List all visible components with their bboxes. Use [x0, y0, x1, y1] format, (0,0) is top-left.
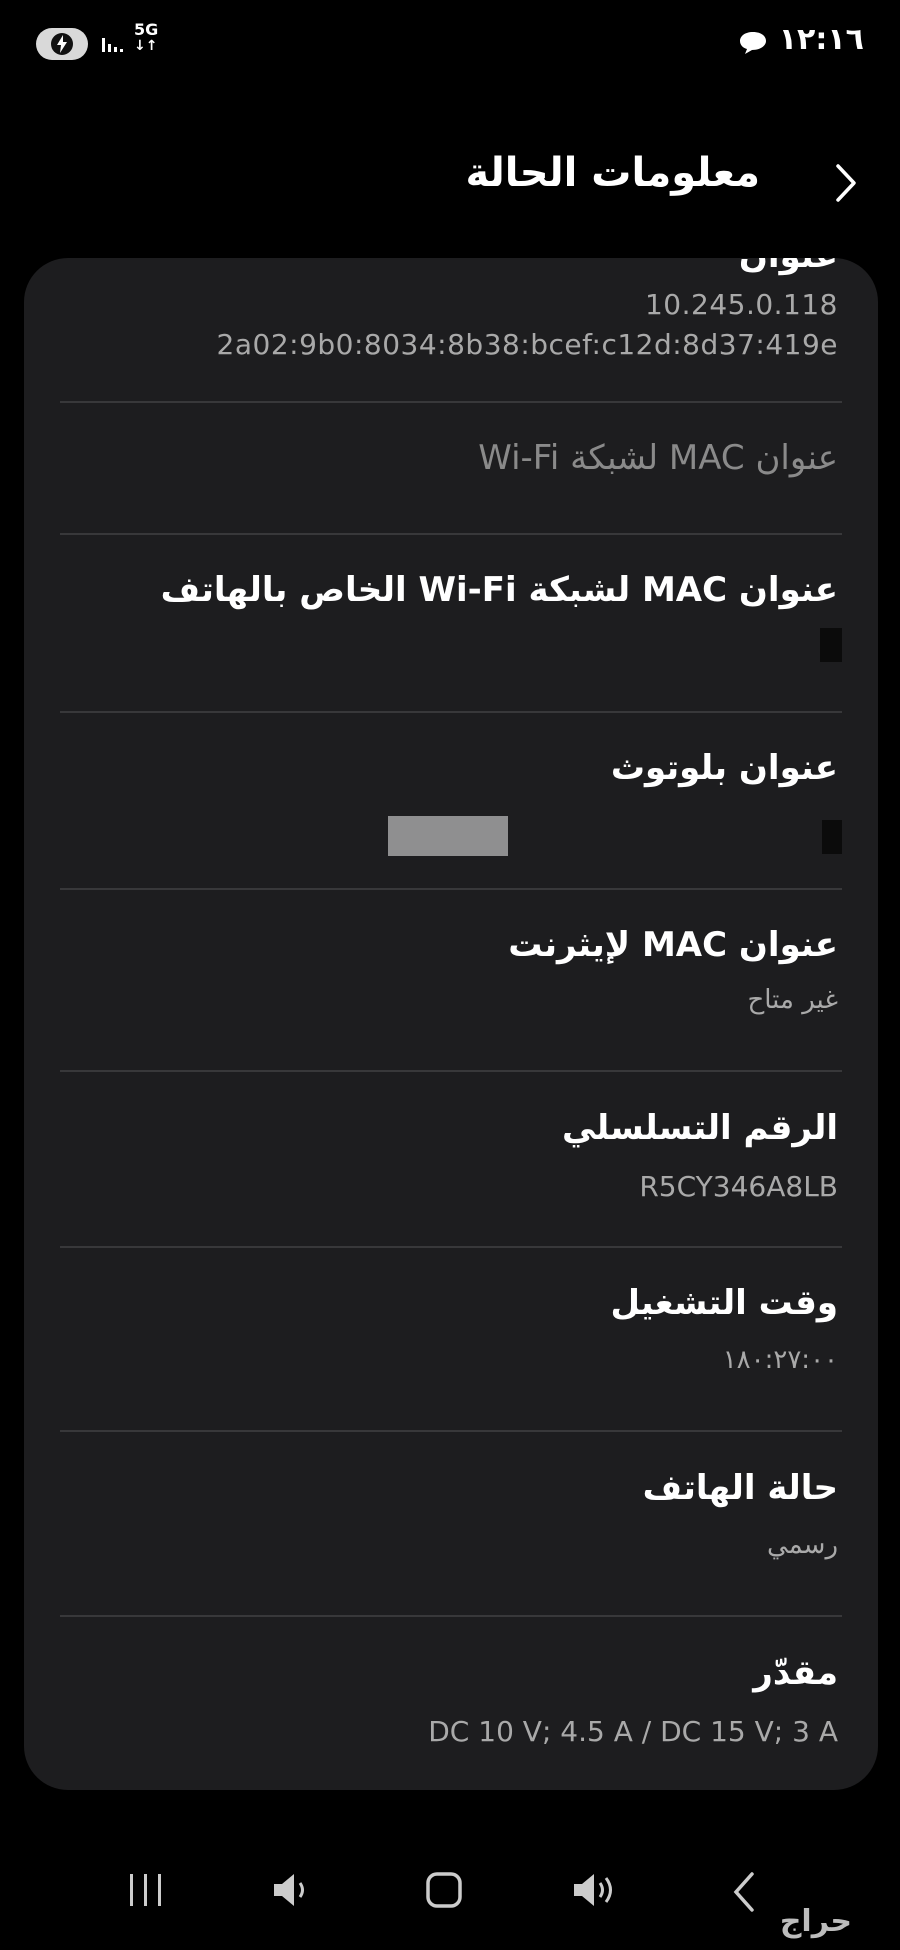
- status-time: ١٢:١٦: [778, 22, 864, 57]
- list-item-up-time[interactable]: وقت التشغيل ١٨٠:٢٧:٠٠: [24, 1283, 878, 1413]
- charging-battery-icon: [36, 28, 88, 60]
- ipv6-value: 2a02:9b0:8034:8b38:bcef:c12d:8d37:419e: [216, 328, 838, 361]
- volume-up-icon: [574, 1874, 612, 1906]
- recent-apps-icon: [130, 1874, 161, 1906]
- phone-status-value: رسمي: [766, 1530, 838, 1560]
- divider: [60, 1246, 842, 1248]
- ethernet-mac-label: عنوان MAC لإيثرنت: [508, 925, 838, 965]
- list-item-ethernet-mac[interactable]: عنوان MAC لإيثرنت غير متاح: [24, 925, 878, 1055]
- phone-wifi-mac-label: عنوان MAC لشبكة Wi-Fi الخاص بالهاتف: [160, 570, 838, 610]
- network-indicator: 5G ↓↑: [134, 20, 159, 55]
- redacted-value: [822, 820, 842, 854]
- signal-bars-icon: [100, 28, 128, 60]
- recent-apps-button[interactable]: [126, 1870, 166, 1914]
- ipv4-value: 10.245.0.118: [644, 288, 838, 321]
- header: معلومات الحالة: [0, 140, 900, 220]
- status-card: عنوان 10.245.0.118 2a02:9b0:8034:8b38:bc…: [24, 258, 878, 1790]
- volume-down-icon: [274, 1874, 304, 1906]
- redacted-value: [820, 628, 842, 662]
- serial-number-value: R5CY346A8LB: [639, 1170, 838, 1203]
- list-item-rated[interactable]: مقدّر DC 10 V; 4.5 A / DC 15 V; 3 A: [24, 1653, 878, 1773]
- rated-label: مقدّر: [753, 1653, 838, 1693]
- phone-status-label: حالة الهاتف: [642, 1468, 838, 1508]
- ethernet-mac-value: غير متاح: [747, 985, 838, 1015]
- divider: [60, 1615, 842, 1617]
- status-bar: 5G ↓↑ ١٢:١٦: [0, 0, 900, 90]
- list-item-wifi-mac[interactable]: عنوان MAC لشبكة Wi-Fi: [24, 438, 878, 538]
- divider: [60, 1070, 842, 1072]
- up-time-label: وقت التشغيل: [610, 1283, 838, 1323]
- list-item-phone-status[interactable]: حالة الهاتف رسمي: [24, 1468, 878, 1598]
- back-button[interactable]: [820, 158, 870, 208]
- serial-number-label: الرقم التسلسلي: [562, 1108, 838, 1148]
- watermark-logo: حراج: [779, 1904, 852, 1939]
- ip-address-label: عنوان: [739, 258, 838, 276]
- chevron-right-icon: [836, 164, 856, 202]
- network-type: 5G: [134, 20, 159, 39]
- data-arrows: ↓↑: [134, 38, 158, 54]
- volume-down-button[interactable]: [270, 1870, 314, 1914]
- divider: [60, 401, 842, 403]
- back-chevron-icon: [733, 1872, 754, 1912]
- home-button[interactable]: [424, 1870, 464, 1914]
- divider: [60, 533, 842, 535]
- back-nav-button[interactable]: [726, 1870, 762, 1918]
- divider: [60, 711, 842, 713]
- up-time-value: ١٨٠:٢٧:٠٠: [722, 1345, 838, 1375]
- volume-up-button[interactable]: [570, 1870, 622, 1914]
- list-item-bluetooth[interactable]: عنوان بلوتوث: [24, 748, 878, 878]
- divider: [60, 888, 842, 890]
- home-icon: [426, 1872, 462, 1908]
- page-title: معلومات الحالة: [465, 150, 760, 196]
- list-item-serial-number[interactable]: الرقم التسلسلي R5CY346A8LB: [24, 1108, 878, 1238]
- chat-bubble-icon: [738, 30, 768, 60]
- rated-value: DC 10 V; 4.5 A / DC 15 V; 3 A: [428, 1715, 838, 1748]
- divider: [60, 1430, 842, 1432]
- list-item-phone-wifi-mac[interactable]: عنوان MAC لشبكة Wi-Fi الخاص بالهاتف: [24, 570, 878, 700]
- wifi-mac-label: عنوان MAC لشبكة Wi-Fi: [478, 438, 838, 478]
- redacted-value: [388, 816, 508, 856]
- navigation-bar: حراج: [0, 1860, 900, 1940]
- bluetooth-label: عنوان بلوتوث: [610, 748, 838, 788]
